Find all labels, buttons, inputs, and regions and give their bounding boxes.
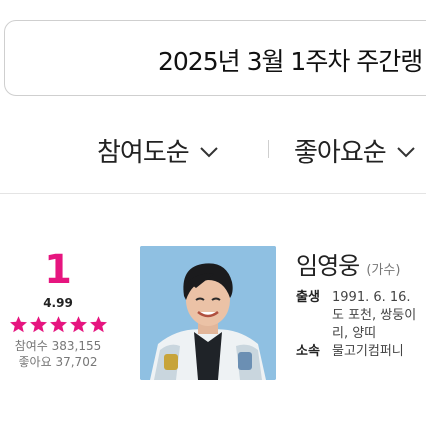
artist-photo[interactable] (140, 246, 276, 380)
rank-column: 1 4.99 참여수 383,155 좋아요 37,702 (0, 250, 116, 370)
star-icon (49, 316, 67, 333)
sort-divider (268, 140, 269, 158)
participation-label: 참여수 (14, 339, 48, 353)
birth-line2: 도 포천, 쌍둥이 (332, 308, 417, 323)
sort-likes-label: 좋아요순 (294, 138, 387, 168)
info-row-birth-cont1: 도 포천, 쌍둥이 (296, 307, 426, 325)
chevron-down-icon (199, 146, 218, 157)
artist-job: (가수) (366, 263, 401, 278)
birth-line3: 리, 양띠 (332, 326, 377, 341)
artist-name[interactable]: 임영웅 (296, 252, 360, 280)
chevron-down-icon (396, 146, 415, 157)
birth-label: 출생 (296, 290, 320, 305)
agency-value[interactable]: 물고기컴퍼니 (332, 343, 404, 361)
info-row-agency: 소속 물고기컴퍼니 (296, 343, 426, 361)
sort-by-participation[interactable]: 참여도순 (97, 132, 219, 169)
week-selector-text: 2025년 3월 1주차 주간랭 (158, 47, 423, 76)
likes-label: 좋아요 (18, 355, 52, 369)
sort-participation-label: 참여도순 (97, 138, 190, 168)
birth-line1: 1991. 6. 16. (332, 290, 411, 305)
portrait-illustration (140, 246, 276, 380)
star-icon (29, 316, 47, 333)
rank-number: 1 (44, 247, 72, 293)
likes-stat: 좋아요 37,702 (0, 354, 116, 370)
star-icon (69, 316, 87, 333)
artist-info: 출생 1991. 6. 16. 도 포천, 쌍둥이 리, 양띠 소속 물고기컴퍼… (296, 289, 426, 361)
star-icon (9, 316, 27, 333)
artist-name-row: 임영웅 (가수) (296, 246, 400, 281)
participation-stat: 참여수 383,155 (0, 338, 116, 354)
agency-label: 소속 (296, 344, 320, 359)
divider (0, 193, 426, 194)
rating-score: 4.99 (43, 296, 73, 310)
info-row-birth: 출생 1991. 6. 16. (296, 289, 426, 307)
star-rating (0, 315, 116, 334)
sort-by-likes[interactable]: 좋아요순 (294, 132, 416, 169)
star-icon (89, 316, 107, 333)
likes-value: 37,702 (55, 355, 98, 369)
participation-value: 383,155 (51, 339, 102, 353)
info-row-birth-cont2: 리, 양띠 (296, 325, 426, 343)
sort-bar: 참여도순 좋아요순 (0, 120, 426, 180)
